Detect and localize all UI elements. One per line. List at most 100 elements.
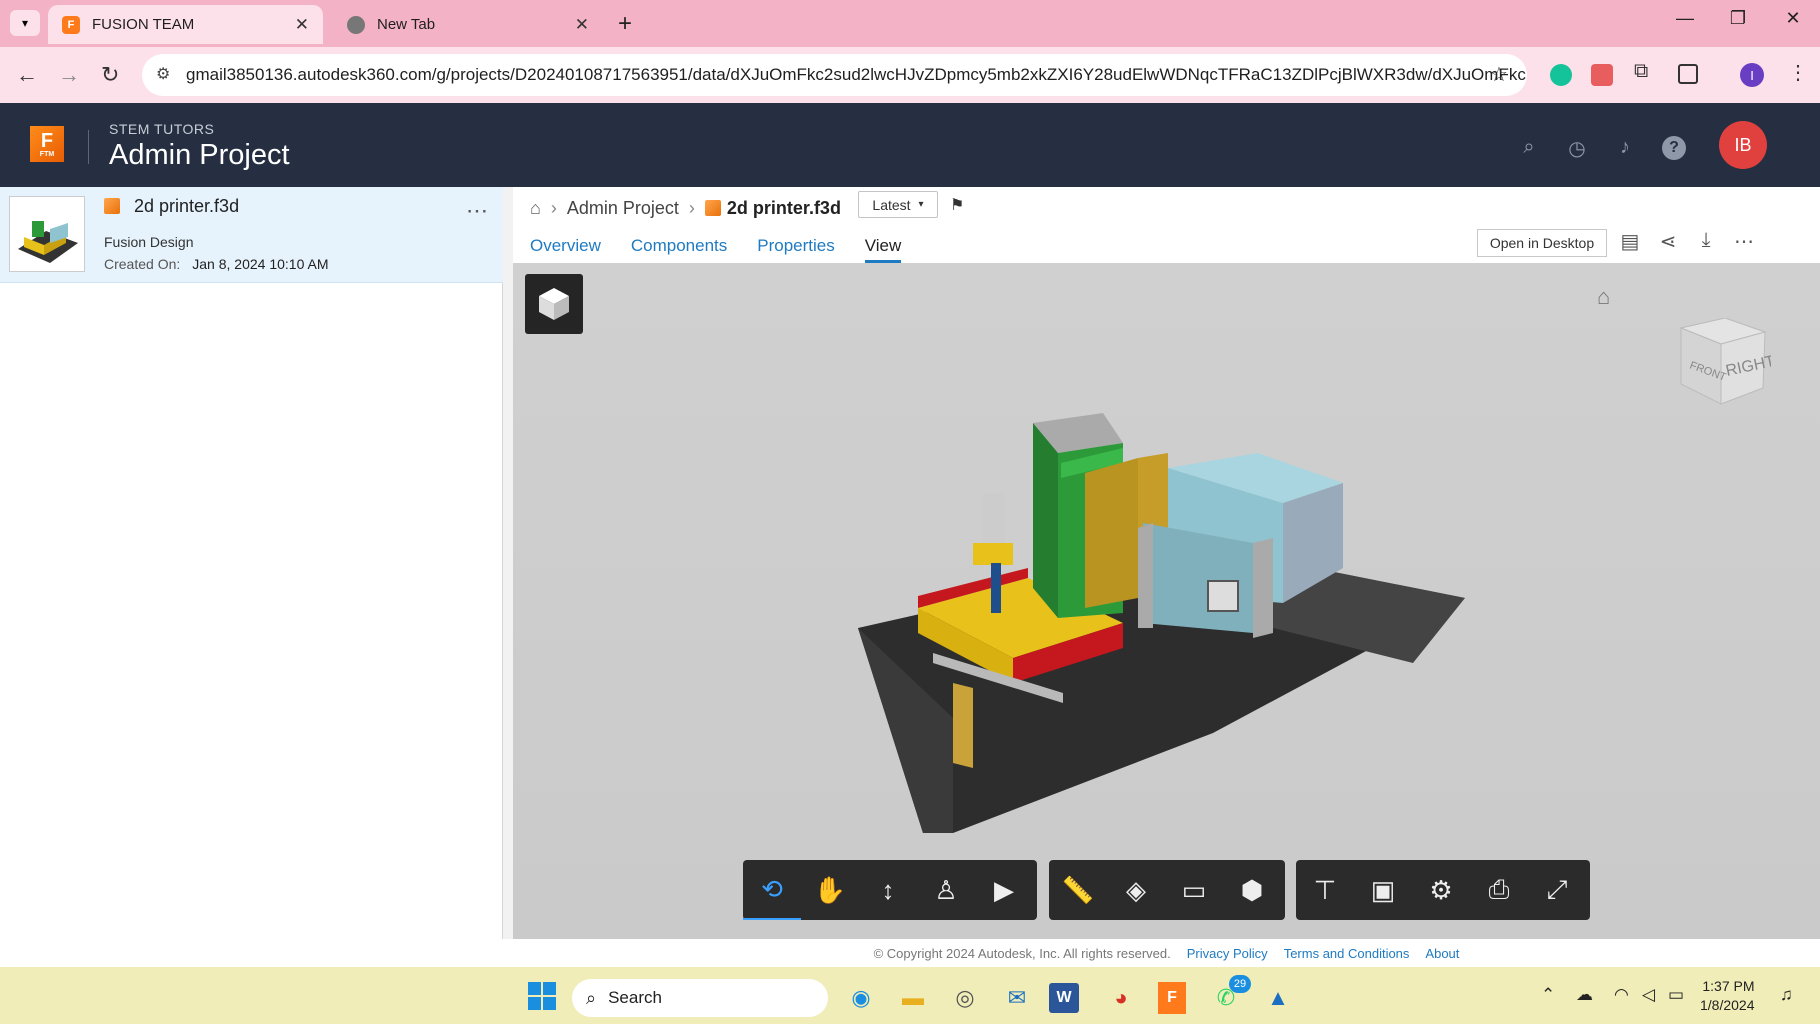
tab-view[interactable]: View xyxy=(864,236,902,263)
version-label: Latest xyxy=(872,196,911,213)
notification-bell-icon[interactable]: ♪ xyxy=(1613,136,1637,160)
file-type: Fusion Design xyxy=(104,234,194,250)
file-name[interactable]: 2d printer.f3d xyxy=(134,196,239,217)
notification-bell-icon[interactable]: ♫ xyxy=(1780,985,1793,1005)
camera-icon[interactable]: ▶ xyxy=(975,860,1033,920)
measure-ruler-icon[interactable]: 📏 xyxy=(1049,860,1107,920)
browser-tab-new[interactable]: New Tab ✕ xyxy=(333,5,603,44)
chrome-favicon-icon xyxy=(347,15,365,34)
extension-icon[interactable] xyxy=(1591,64,1613,86)
history-icon[interactable]: ◷ xyxy=(1565,136,1589,160)
version-dropdown[interactable]: Latest ▾ xyxy=(858,191,938,218)
minimize-icon[interactable]: — xyxy=(1660,8,1710,29)
more-options-icon[interactable]: ⋯ xyxy=(1731,229,1757,254)
home-icon[interactable]: ⌂ xyxy=(530,198,541,219)
modeling-toolbar: 📏 ◈ ▭ ⬢ xyxy=(1049,860,1285,920)
browser-menu-icon[interactable]: ⋮ xyxy=(1788,60,1808,85)
print-icon[interactable]: ⎙ xyxy=(1470,860,1528,920)
model-cube-icon[interactable]: ⬢ xyxy=(1223,860,1281,920)
section-analysis-icon[interactable]: ◈ xyxy=(1107,860,1165,920)
help-icon[interactable]: ? xyxy=(1662,136,1686,160)
close-window-icon[interactable]: ✕ xyxy=(1768,8,1818,29)
search-icon[interactable]: ⌕ xyxy=(1517,136,1541,160)
onedrive-icon[interactable]: ☁ xyxy=(1576,985,1593,1005)
breadcrumb-project[interactable]: Admin Project xyxy=(567,198,679,219)
user-avatar[interactable]: IB xyxy=(1719,121,1767,169)
file-more-icon[interactable]: ⋯ xyxy=(466,198,488,224)
volume-icon[interactable]: ◁ xyxy=(1642,985,1655,1005)
chrome-app-icon[interactable]: ◕ xyxy=(1101,978,1141,1018)
show-hidden-icons[interactable]: ⌃ xyxy=(1541,985,1555,1005)
new-tab-icon[interactable]: + xyxy=(618,10,632,38)
header-divider xyxy=(88,130,89,164)
created-label: Created On: xyxy=(104,256,181,272)
chevron-right-icon: › xyxy=(688,197,695,218)
panel-splitter[interactable] xyxy=(503,187,513,939)
navigation-toolbar: ⟲ ✋ ↕ ♙ ▶ xyxy=(743,860,1037,920)
open-in-desktop-button[interactable]: Open in Desktop xyxy=(1477,229,1607,257)
tab-search-button[interactable]: ▾ xyxy=(10,10,40,36)
grammarly-extension-icon[interactable] xyxy=(1550,64,1572,86)
profile-avatar[interactable]: I xyxy=(1740,63,1764,87)
fusion-team-logo[interactable]: F FTM xyxy=(30,126,64,162)
restore-icon[interactable]: ❐ xyxy=(1713,8,1763,29)
pan-hand-icon[interactable]: ✋ xyxy=(801,860,859,920)
site-info-icon[interactable]: ⚙ xyxy=(156,64,170,84)
forward-icon[interactable]: → xyxy=(58,62,80,88)
battery-icon[interactable]: ▭ xyxy=(1668,985,1684,1005)
explode-model-icon[interactable]: ▭ xyxy=(1165,860,1223,920)
taskbar-search-label: Search xyxy=(608,988,662,1007)
privacy-policy-link[interactable]: Privacy Policy xyxy=(1187,946,1268,961)
properties-icon[interactable]: ▣ xyxy=(1354,860,1412,920)
fullscreen-icon[interactable]: ⤢ xyxy=(1528,860,1586,920)
system-clock[interactable]: 1:37 PM 1/8/2024 xyxy=(1700,977,1755,1015)
close-tab-icon[interactable]: ✕ xyxy=(575,15,589,35)
share-icon[interactable]: ⋖ xyxy=(1655,229,1681,254)
side-panel-icon[interactable] xyxy=(1678,64,1698,84)
team-name[interactable]: STEM TUTORS xyxy=(109,121,214,137)
settings-gear-icon[interactable]: ⚙ xyxy=(1412,860,1470,920)
logo-letter: F xyxy=(40,129,54,152)
download-icon[interactable]: ⤓ xyxy=(1693,229,1719,252)
word-app-icon[interactable]: W xyxy=(1049,983,1079,1013)
close-tab-icon[interactable]: ✕ xyxy=(295,15,309,35)
home-view-icon[interactable]: ⌂ xyxy=(1597,284,1610,310)
tab-title: FUSION TEAM xyxy=(92,16,195,33)
bookmark-star-icon[interactable]: ☆ xyxy=(1490,62,1508,87)
comment-icon[interactable]: ▤ xyxy=(1617,229,1643,254)
terms-link[interactable]: Terms and Conditions xyxy=(1284,946,1410,961)
extensions-puzzle-icon[interactable]: ⧉ xyxy=(1634,60,1648,83)
model-browser-icon[interactable]: ⊤ xyxy=(1296,860,1354,920)
file-created: Created On: Jan 8, 2024 10:10 AM xyxy=(104,256,328,272)
viewcube-toggle-button[interactable] xyxy=(525,274,583,334)
search-icon: ⌕ xyxy=(586,987,597,1008)
first-person-icon[interactable]: ♙ xyxy=(917,860,975,920)
taskbar-search[interactable]: ⌕ Search xyxy=(572,979,828,1017)
printer-3d-model xyxy=(858,413,1465,833)
created-value: Jan 8, 2024 10:10 AM xyxy=(192,256,329,272)
view-cube[interactable]: FRONT RIGHT xyxy=(1675,317,1777,412)
wifi-icon[interactable]: ◠ xyxy=(1614,985,1629,1005)
edge-browser-icon[interactable]: ◉ xyxy=(841,978,881,1018)
fusion-app-icon[interactable]: F xyxy=(1158,982,1186,1014)
tab-overview[interactable]: Overview xyxy=(530,236,601,263)
tab-components[interactable]: Components xyxy=(631,236,727,263)
zoom-icon[interactable]: ↕ xyxy=(859,860,917,920)
back-icon[interactable]: ← xyxy=(16,62,38,88)
camera-app-icon[interactable]: ◎ xyxy=(945,978,985,1018)
about-link[interactable]: About xyxy=(1425,946,1459,961)
browser-tab-fusion[interactable]: F FUSION TEAM ✕ xyxy=(48,5,323,44)
reload-icon[interactable]: ↻ xyxy=(101,62,119,88)
orbit-icon[interactable]: ⟲ xyxy=(743,860,801,920)
3d-viewer-canvas[interactable] xyxy=(513,263,1820,939)
page-footer: © Copyright 2024 Autodesk, Inc. All righ… xyxy=(513,939,1820,967)
file-thumbnail[interactable] xyxy=(9,196,85,272)
milestone-flag-icon[interactable]: ⚑ xyxy=(950,195,964,215)
project-title[interactable]: Admin Project xyxy=(109,139,290,172)
mail-app-icon[interactable]: ✉ xyxy=(997,978,1037,1018)
file-explorer-icon[interactable]: ▬ xyxy=(893,978,933,1018)
photos-app-icon[interactable]: ▲ xyxy=(1258,978,1298,1018)
windows-start-icon[interactable] xyxy=(528,982,556,1010)
tab-properties[interactable]: Properties xyxy=(757,236,834,263)
address-bar[interactable]: ⚙ gmail3850136.autodesk360.com/g/project… xyxy=(142,54,1527,96)
